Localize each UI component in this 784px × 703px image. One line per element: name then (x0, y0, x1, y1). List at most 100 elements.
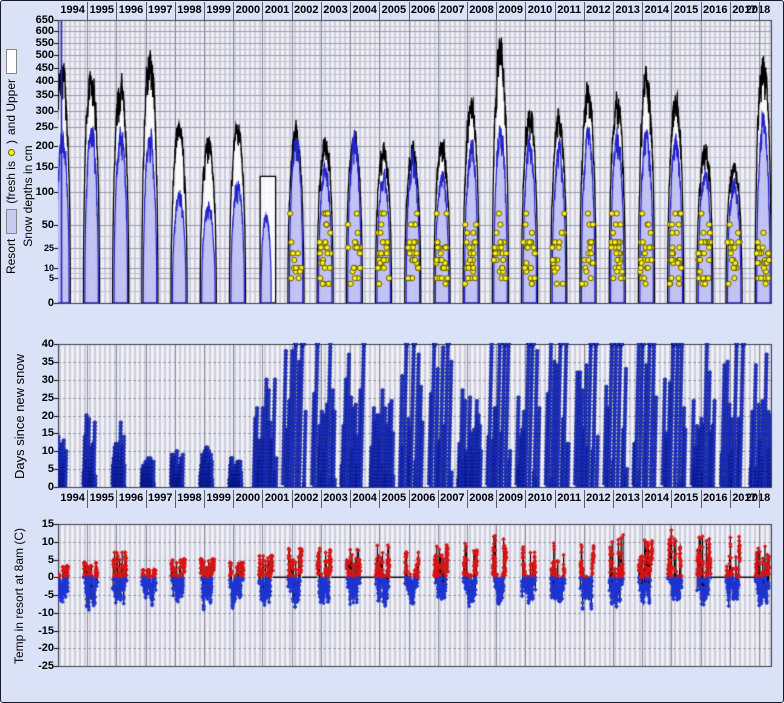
year-separator (525, 490, 526, 508)
snow-tick-650: 650 (20, 15, 54, 26)
year-label-top-2013: 2013 (613, 3, 642, 17)
snow-tick-550: 550 (20, 38, 54, 49)
year-separator (438, 490, 439, 508)
year-label-mid-2011: 2011 (555, 491, 584, 505)
year-label-mid-2004: 2004 (350, 491, 379, 505)
fresh-snow-dot-icon (8, 149, 15, 156)
year-separator (584, 2, 585, 20)
year-separator (321, 2, 322, 20)
days-tick-35: 35 (20, 357, 54, 368)
year-label-top-2011: 2011 (555, 3, 584, 17)
temp-tick--25: -25 (20, 661, 54, 672)
snow-tick-25: 25 (20, 244, 54, 253)
year-separator (146, 490, 147, 508)
year-separator (584, 490, 585, 508)
days-tick-10: 10 (20, 446, 54, 457)
year-separator (759, 490, 760, 508)
year-label-mid-2018: 2018 (745, 491, 771, 505)
year-label-mid-1994: 1994 (58, 491, 87, 505)
year-label-mid-2007: 2007 (438, 491, 467, 505)
year-separator (759, 2, 760, 20)
year-label-mid-2008: 2008 (467, 491, 496, 505)
year-label-top-2000: 2000 (233, 3, 262, 17)
year-label-top-1999: 1999 (204, 3, 233, 17)
year-label-mid-2002: 2002 (292, 491, 321, 505)
year-label-mid-1996: 1996 (116, 491, 145, 505)
year-separator (496, 2, 497, 20)
year-separator (613, 2, 614, 20)
temp-tick--20: -20 (20, 643, 54, 654)
year-label-mid-2003: 2003 (321, 491, 350, 505)
year-separator (613, 490, 614, 508)
year-label-mid-2013: 2013 (613, 491, 642, 505)
resort-swatch (6, 209, 17, 234)
temp-tick--5: -5 (20, 590, 54, 601)
snow-tick-350: 350 (20, 90, 54, 101)
year-separator (467, 2, 468, 20)
year-separator (116, 490, 117, 508)
snow-tick-50: 50 (20, 220, 54, 231)
year-label-top-2002: 2002 (292, 3, 321, 17)
snow-tick-200: 200 (20, 141, 54, 152)
year-separator (379, 490, 380, 508)
year-separator (292, 490, 293, 508)
year-separator (701, 2, 702, 20)
year-label-mid-2016: 2016 (701, 491, 730, 505)
year-separator (555, 490, 556, 508)
year-separator (175, 490, 176, 508)
year-label-top-2018: 2018 (745, 3, 771, 17)
year-separator (730, 490, 731, 508)
resort-label: Resort (4, 239, 18, 274)
year-label-mid-2015: 2015 (671, 491, 700, 505)
year-separator (116, 2, 117, 20)
year-separator (350, 2, 351, 20)
snow-tick-600: 600 (20, 26, 54, 37)
year-separator (671, 490, 672, 508)
year-separator (87, 2, 88, 20)
year-label-top-2003: 2003 (321, 3, 350, 17)
temp-tick--10: -10 (20, 608, 54, 619)
snow-tick-5: 5 (20, 274, 54, 283)
year-separator (350, 490, 351, 508)
days-tick-15: 15 (20, 428, 54, 439)
days-tick-25: 25 (20, 393, 54, 404)
year-label-mid-2010: 2010 (525, 491, 554, 505)
year-separator (525, 2, 526, 20)
year-separator (321, 490, 322, 508)
year-separator (262, 2, 263, 20)
days-tick-40: 40 (20, 339, 54, 350)
year-label-top-2016: 2016 (701, 3, 730, 17)
year-label-mid-2000: 2000 (233, 491, 262, 505)
year-separator (555, 2, 556, 20)
snow-tick-400: 400 (20, 76, 54, 87)
year-separator (730, 2, 731, 20)
year-separator (438, 2, 439, 20)
year-label-mid-2012: 2012 (584, 491, 613, 505)
year-label-top-1998: 1998 (175, 3, 204, 17)
year-label-mid-1997: 1997 (146, 491, 175, 505)
year-separator (671, 2, 672, 20)
year-label-top-2001: 2001 (262, 3, 291, 17)
year-label-mid-1995: 1995 (87, 491, 116, 505)
snow-tick-450: 450 (20, 63, 54, 74)
year-label-top-2004: 2004 (350, 3, 379, 17)
year-label-mid-1998: 1998 (175, 491, 204, 505)
year-label-mid-2001: 2001 (262, 491, 291, 505)
year-separator (292, 2, 293, 20)
year-separator (175, 2, 176, 20)
temp-tick--15: -15 (20, 626, 54, 637)
days-tick-30: 30 (20, 375, 54, 386)
year-separator (409, 490, 410, 508)
and-upper-label: and Upper (4, 79, 18, 135)
snow-tick-300: 300 (20, 106, 54, 117)
year-label-top-2009: 2009 (496, 3, 525, 17)
year-separator (642, 490, 643, 508)
year-label-top-1996: 1996 (116, 3, 145, 17)
upper-swatch (6, 49, 17, 74)
year-separator (233, 490, 234, 508)
temp-tick-15: 15 (20, 519, 54, 530)
year-label-top-2008: 2008 (467, 3, 496, 17)
temp-tick-0: 0 (20, 572, 54, 583)
year-separator (204, 2, 205, 20)
year-separator (467, 490, 468, 508)
